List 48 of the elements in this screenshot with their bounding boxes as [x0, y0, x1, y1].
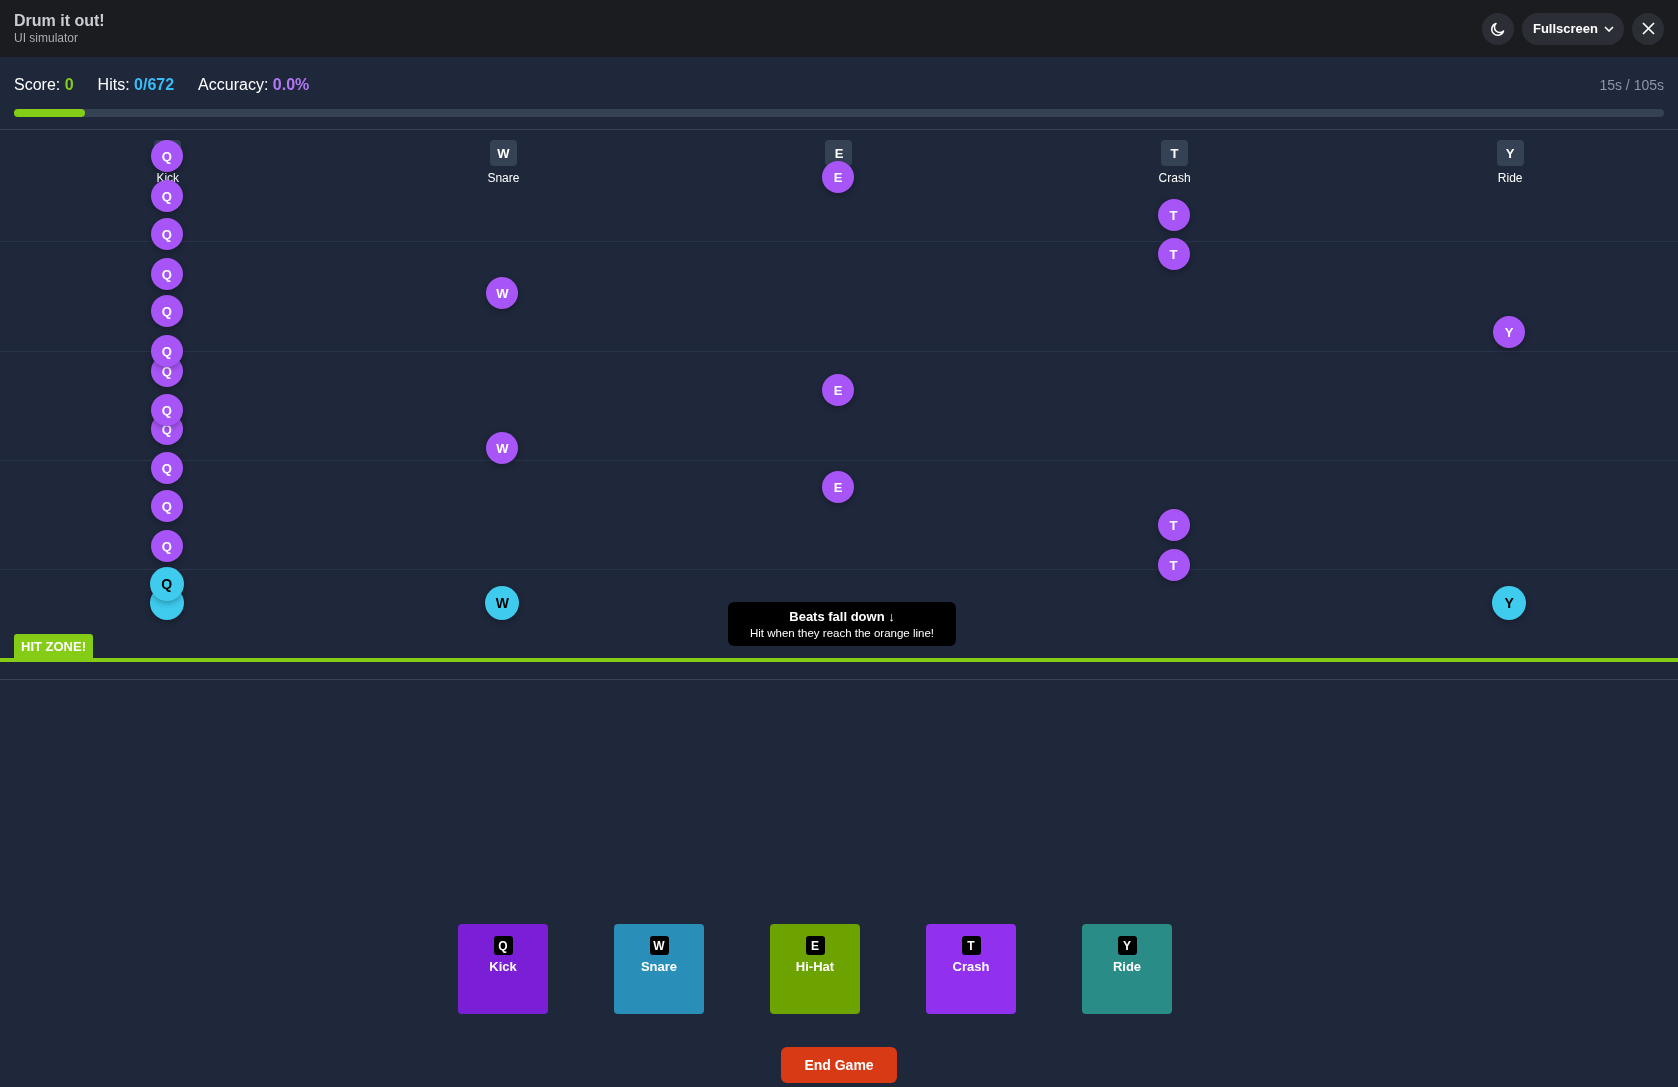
- beat-note: Q: [149, 567, 184, 601]
- app-subtitle: UI simulator: [14, 31, 79, 45]
- hint-title: Beats fall down ↓: [789, 609, 895, 624]
- lane-key: W: [489, 140, 517, 166]
- accuracy-stat: Accuracy: 0.0%: [198, 76, 310, 94]
- drum-pad[interactable]: T Crash: [926, 924, 1016, 1014]
- lane-label: Snare: [487, 171, 520, 185]
- beat-note: Q: [150, 335, 183, 367]
- time-counter: 15s / 105s: [1599, 77, 1664, 93]
- beat-note: Y: [1493, 316, 1526, 348]
- hits-stat: Hits: 0/672: [97, 76, 175, 94]
- lane-label: Ride: [1497, 171, 1523, 185]
- drum-pad[interactable]: E Hi-Hat: [770, 924, 860, 1014]
- beat-note: W: [486, 432, 519, 464]
- beat-note: T: [1157, 509, 1190, 541]
- lane-label: Crash: [1158, 171, 1191, 185]
- beat-note: T: [1157, 238, 1190, 270]
- drum-pad[interactable]: W Snare: [614, 924, 704, 1014]
- beat-note: E: [822, 471, 854, 503]
- hit-zone-label: HIT ZONE!: [14, 634, 93, 658]
- fullscreen-button[interactable]: Fullscreen: [1521, 12, 1624, 45]
- end-game-button[interactable]: End Game: [781, 1047, 897, 1083]
- theme-button[interactable]: [1481, 12, 1514, 45]
- beat-note: W: [485, 586, 520, 620]
- app-title: Drum it out!: [14, 12, 105, 30]
- beat-note: W: [486, 277, 519, 309]
- beat-note: Q: [150, 394, 183, 426]
- beat-note: Y: [1492, 586, 1527, 620]
- beat-note: Q: [150, 452, 183, 484]
- hint-text: Hit when they reach the orange line!: [749, 627, 935, 639]
- beat-note: Q: [150, 530, 183, 562]
- drum-pad[interactable]: Q Kick: [458, 924, 548, 1014]
- beat-note: Q: [150, 258, 183, 290]
- lane-key: T: [1161, 140, 1189, 166]
- beat-note: Q: [150, 490, 183, 522]
- chevron-down-icon: [1604, 25, 1614, 32]
- beat-note: E: [822, 161, 854, 193]
- drum-pad[interactable]: Y Ride: [1082, 924, 1172, 1014]
- beat-note: T: [1157, 549, 1190, 581]
- close-button[interactable]: [1632, 12, 1664, 45]
- score-stat: Score: 0: [14, 76, 74, 94]
- beat-note: Q: [150, 218, 183, 250]
- beat-note: E: [822, 374, 854, 406]
- moon-icon: [1489, 20, 1506, 37]
- beat-note: T: [1157, 199, 1190, 231]
- close-icon: [1641, 22, 1655, 35]
- beat-note: Q: [150, 295, 183, 327]
- lane-key: Y: [1496, 140, 1524, 166]
